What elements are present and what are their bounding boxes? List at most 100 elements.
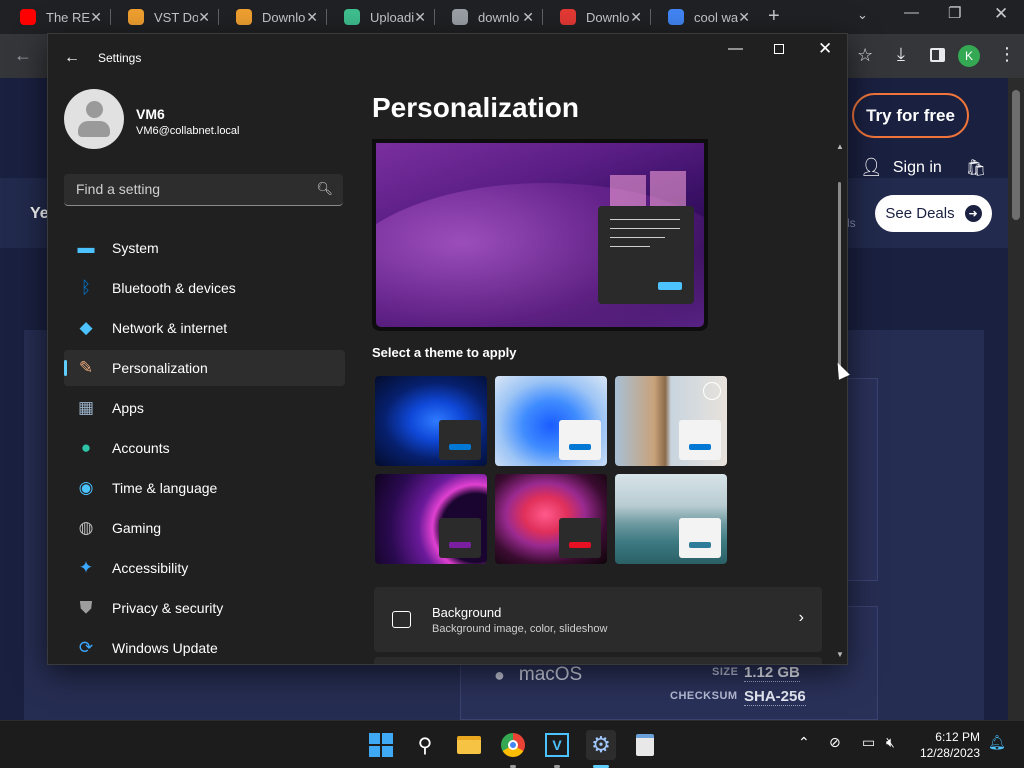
tab-close-icon[interactable]: ✕ bbox=[738, 9, 750, 26]
theme-glow[interactable] bbox=[375, 474, 487, 564]
theme-captured-motion[interactable] bbox=[495, 474, 607, 564]
browser-minimize-button[interactable]: — bbox=[904, 4, 919, 21]
arrow-right-icon: ➜ bbox=[964, 205, 982, 222]
system-clock[interactable]: 6:12 PM 12/28/2023 bbox=[920, 729, 980, 761]
download-icon[interactable]: ⤓ bbox=[897, 44, 905, 65]
browser-tab[interactable]: downlo ✕ bbox=[436, 4, 540, 30]
page-scroll-thumb[interactable] bbox=[1012, 90, 1020, 220]
theme-spotlight[interactable] bbox=[615, 376, 727, 466]
file-explorer-icon[interactable] bbox=[454, 730, 484, 760]
chrome-icon[interactable] bbox=[498, 730, 528, 760]
scroll-down-icon[interactable]: ▼ bbox=[836, 650, 844, 659]
settings-minimize-button[interactable]: — bbox=[728, 40, 743, 57]
sign-in-link[interactable]: 👤︎ Sign in 🛍︎ bbox=[860, 157, 986, 178]
side-panel-icon[interactable] bbox=[930, 48, 945, 62]
sign-in-label: Sign in bbox=[892, 158, 942, 176]
tab-close-icon[interactable]: ✕ bbox=[90, 9, 102, 26]
nav-item-system[interactable]: ▬ System bbox=[64, 230, 345, 266]
tab-favicon-icon bbox=[236, 9, 252, 25]
tab-label: Downlo bbox=[586, 9, 630, 25]
browser-tab[interactable]: Downlo ✕ bbox=[220, 4, 324, 30]
browser-menu-icon[interactable]: ⋮ bbox=[998, 44, 1016, 65]
tab-separator bbox=[110, 9, 111, 25]
nav-item-label: Gaming bbox=[112, 520, 162, 536]
notification-bell-icon[interactable]: 🔔︎ bbox=[988, 734, 1006, 751]
accounts-icon: ● bbox=[80, 438, 92, 457]
see-deals-label: See Deals bbox=[885, 205, 955, 222]
nav-item-apps[interactable]: ▦ Apps bbox=[64, 390, 345, 426]
settings-back-icon[interactable]: ← bbox=[64, 49, 80, 67]
nav-item-label: System bbox=[112, 240, 159, 256]
browser-tab[interactable]: Uploadi ✕ bbox=[328, 4, 432, 30]
accessibility-icon: ✦ bbox=[78, 558, 94, 577]
browser-tab[interactable]: cool wa ✕ bbox=[652, 4, 756, 30]
browser-close-button[interactable]: ✕ bbox=[994, 4, 1008, 24]
background-subtitle: Background image, color, slideshow bbox=[432, 623, 608, 635]
settings-close-button[interactable]: ✕ bbox=[818, 39, 832, 59]
settings-taskbar-icon[interactable]: ⚙ bbox=[586, 730, 616, 760]
tab-close-icon[interactable]: ✕ bbox=[306, 9, 318, 26]
settings-search-input[interactable] bbox=[64, 174, 304, 204]
browser-tab[interactable]: The REAL✕ bbox=[4, 4, 108, 30]
nav-item-time-language[interactable]: ◉ Time & language bbox=[64, 470, 345, 506]
theme-flow[interactable] bbox=[615, 474, 727, 564]
tab-close-icon[interactable]: ✕ bbox=[630, 9, 642, 26]
scroll-up-icon[interactable]: ▲ bbox=[836, 142, 844, 151]
tab-close-icon[interactable]: ✕ bbox=[198, 9, 210, 26]
windows-taskbar: ⚲ V ⚙ ⌃ ⊘ ▭ 🔇︎ 6:12 PM 12/28/2023 🔔︎ bbox=[0, 720, 1024, 768]
taskbar-search-icon[interactable]: ⚲ bbox=[410, 730, 440, 760]
network-off-icon[interactable]: ⊘ bbox=[829, 734, 841, 751]
settings-scroll-thumb[interactable] bbox=[838, 182, 841, 372]
clock-time: 6:12 PM bbox=[935, 730, 980, 744]
back-icon[interactable]: ← bbox=[14, 45, 32, 66]
page-scrollbar[interactable] bbox=[1008, 78, 1024, 720]
background-setting-row[interactable]: Background Background image, color, slid… bbox=[374, 587, 822, 652]
tab-separator bbox=[218, 9, 219, 25]
tab-close-icon[interactable]: ✕ bbox=[414, 9, 426, 26]
theme-windows-dark[interactable] bbox=[375, 376, 487, 466]
nav-item-network-internet[interactable]: ◆ Network & internet bbox=[64, 310, 345, 346]
browser-tab[interactable]: VST Dow✕ bbox=[112, 4, 216, 30]
gamepad-icon: ◍ bbox=[78, 518, 94, 537]
bookmark-star-icon[interactable]: ☆ bbox=[857, 45, 873, 66]
see-deals-button[interactable]: See Deals ➜ bbox=[875, 195, 992, 232]
theme-windows-light[interactable] bbox=[495, 376, 607, 466]
volume-muted-icon[interactable]: 🔇︎ bbox=[886, 734, 895, 751]
profile-avatar[interactable]: K bbox=[958, 45, 980, 67]
site-partial-text-right: ls bbox=[847, 216, 856, 230]
nav-item-label: Accounts bbox=[112, 440, 170, 456]
browser-restore-button[interactable]: ❐ bbox=[948, 4, 961, 22]
nav-item-bluetooth-devices[interactable]: ᛒ Bluetooth & devices bbox=[64, 270, 345, 306]
user-icon: 👤︎ bbox=[860, 157, 883, 177]
site-partial-text-left: Ye bbox=[30, 205, 49, 222]
display-icon[interactable]: ▭ bbox=[862, 734, 875, 751]
user-name: VM6 bbox=[136, 106, 165, 122]
nav-item-privacy-security[interactable]: ⛊ Privacy & security bbox=[64, 590, 345, 626]
settings-scrollbar[interactable]: ▲ ▼ bbox=[836, 142, 844, 662]
try-for-free-button[interactable]: Try for free bbox=[852, 93, 969, 138]
show-hidden-icons[interactable]: ⌃ bbox=[798, 734, 810, 751]
search-icon[interactable]: 🔍︎ bbox=[316, 181, 333, 197]
settings-search-box[interactable]: 🔍︎ bbox=[64, 174, 343, 206]
tab-close-icon[interactable]: ✕ bbox=[522, 9, 534, 26]
cart-icon[interactable]: 🛍︎ bbox=[966, 158, 986, 178]
preview-window bbox=[598, 206, 694, 304]
tab-search-icon[interactable]: ⌄ bbox=[857, 7, 868, 23]
nav-item-accounts[interactable]: ● Accounts bbox=[64, 430, 345, 466]
user-email: VM6@collabnet.local bbox=[136, 125, 240, 137]
notepad-icon[interactable] bbox=[630, 730, 660, 760]
nav-item-personalization[interactable]: ✎ Personalization bbox=[64, 350, 345, 386]
nav-item-accessibility[interactable]: ✦ Accessibility bbox=[64, 550, 345, 586]
browser-tab[interactable]: Downlo ✕ bbox=[544, 4, 648, 30]
start-button[interactable] bbox=[366, 730, 396, 760]
new-tab-button[interactable]: + bbox=[768, 5, 780, 28]
vnc-viewer-icon[interactable]: V bbox=[542, 730, 572, 760]
nav-item-gaming[interactable]: ◍ Gaming bbox=[64, 510, 345, 546]
tab-label: Downlo bbox=[262, 9, 306, 25]
next-setting-row[interactable] bbox=[374, 657, 822, 664]
nav-item-windows-update[interactable]: ⟳ Windows Update bbox=[64, 630, 345, 664]
tab-favicon-icon bbox=[668, 9, 684, 25]
settings-maximize-button[interactable] bbox=[774, 41, 784, 58]
user-avatar[interactable] bbox=[64, 89, 124, 149]
spotlight-icon bbox=[703, 382, 721, 400]
